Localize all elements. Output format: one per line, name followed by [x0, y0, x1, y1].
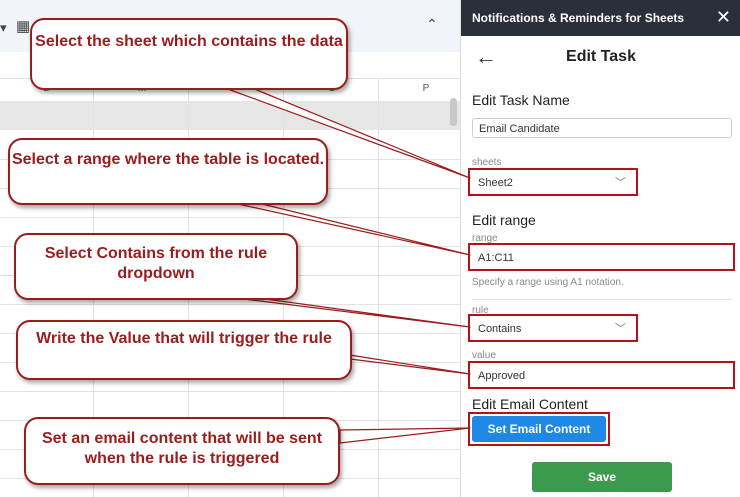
rule-select-value: Contains [478, 323, 521, 335]
panel-header: Notifications & Reminders for Sheets ✕ [461, 0, 740, 36]
rule-select[interactable]: Contains ﹀ [468, 314, 638, 342]
chevron-down-icon: ﹀ [615, 170, 626, 196]
sidebar-panel: Notifications & Reminders for Sheets ✕ ←… [460, 0, 740, 497]
grid-line [0, 304, 460, 305]
table-icon[interactable]: ▦ [16, 17, 30, 35]
chevron-up-icon[interactable]: ⌃ [426, 16, 438, 33]
page-title: Edit Task [461, 48, 740, 66]
range-input[interactable]: A1:C11 [468, 243, 735, 271]
sheets-select-value: Sheet2 [478, 177, 513, 189]
range-input-value: A1:C11 [478, 252, 514, 264]
sheets-label: sheets [472, 157, 501, 168]
task-name-label: Edit Task Name [472, 92, 570, 108]
email-section-label: Edit Email Content [472, 396, 588, 412]
callout-range: Select a range where the table is locate… [8, 138, 328, 205]
range-section-label: Edit range [472, 212, 536, 228]
panel-title: Notifications & Reminders for Sheets [472, 11, 684, 25]
task-name-input[interactable]: Email Candidate [472, 118, 732, 138]
range-hint: Specify a range using A1 notation. [472, 277, 624, 288]
callout-rule: Select Contains from the rule dropdown [14, 233, 298, 300]
set-email-content-label: Set Email Content [472, 416, 606, 442]
value-input[interactable]: Approved [468, 361, 735, 389]
callout-sheet: Select the sheet which contains the data [30, 18, 348, 90]
callout-value: Write the Value that will trigger the ru… [16, 320, 352, 380]
grid-line [0, 217, 460, 218]
scrollbar-thumb[interactable] [450, 98, 457, 126]
grid-line [378, 78, 379, 497]
save-button[interactable]: Save [532, 462, 672, 492]
column-label[interactable]: P [406, 83, 446, 94]
selected-row [0, 101, 460, 130]
close-icon[interactable]: ✕ [716, 7, 731, 28]
sheets-select[interactable]: Sheet2 ﹀ [468, 168, 638, 196]
chevron-down-icon: ﹀ [615, 316, 626, 342]
dropdown-caret-icon[interactable]: ▾ [0, 20, 7, 36]
grid-line [0, 391, 460, 392]
value-label: value [472, 350, 496, 361]
set-email-content-button[interactable]: Set Email Content [468, 412, 610, 446]
divider [472, 299, 732, 300]
value-input-value: Approved [478, 370, 525, 382]
callout-email: Set an email content that will be sent w… [24, 417, 340, 485]
